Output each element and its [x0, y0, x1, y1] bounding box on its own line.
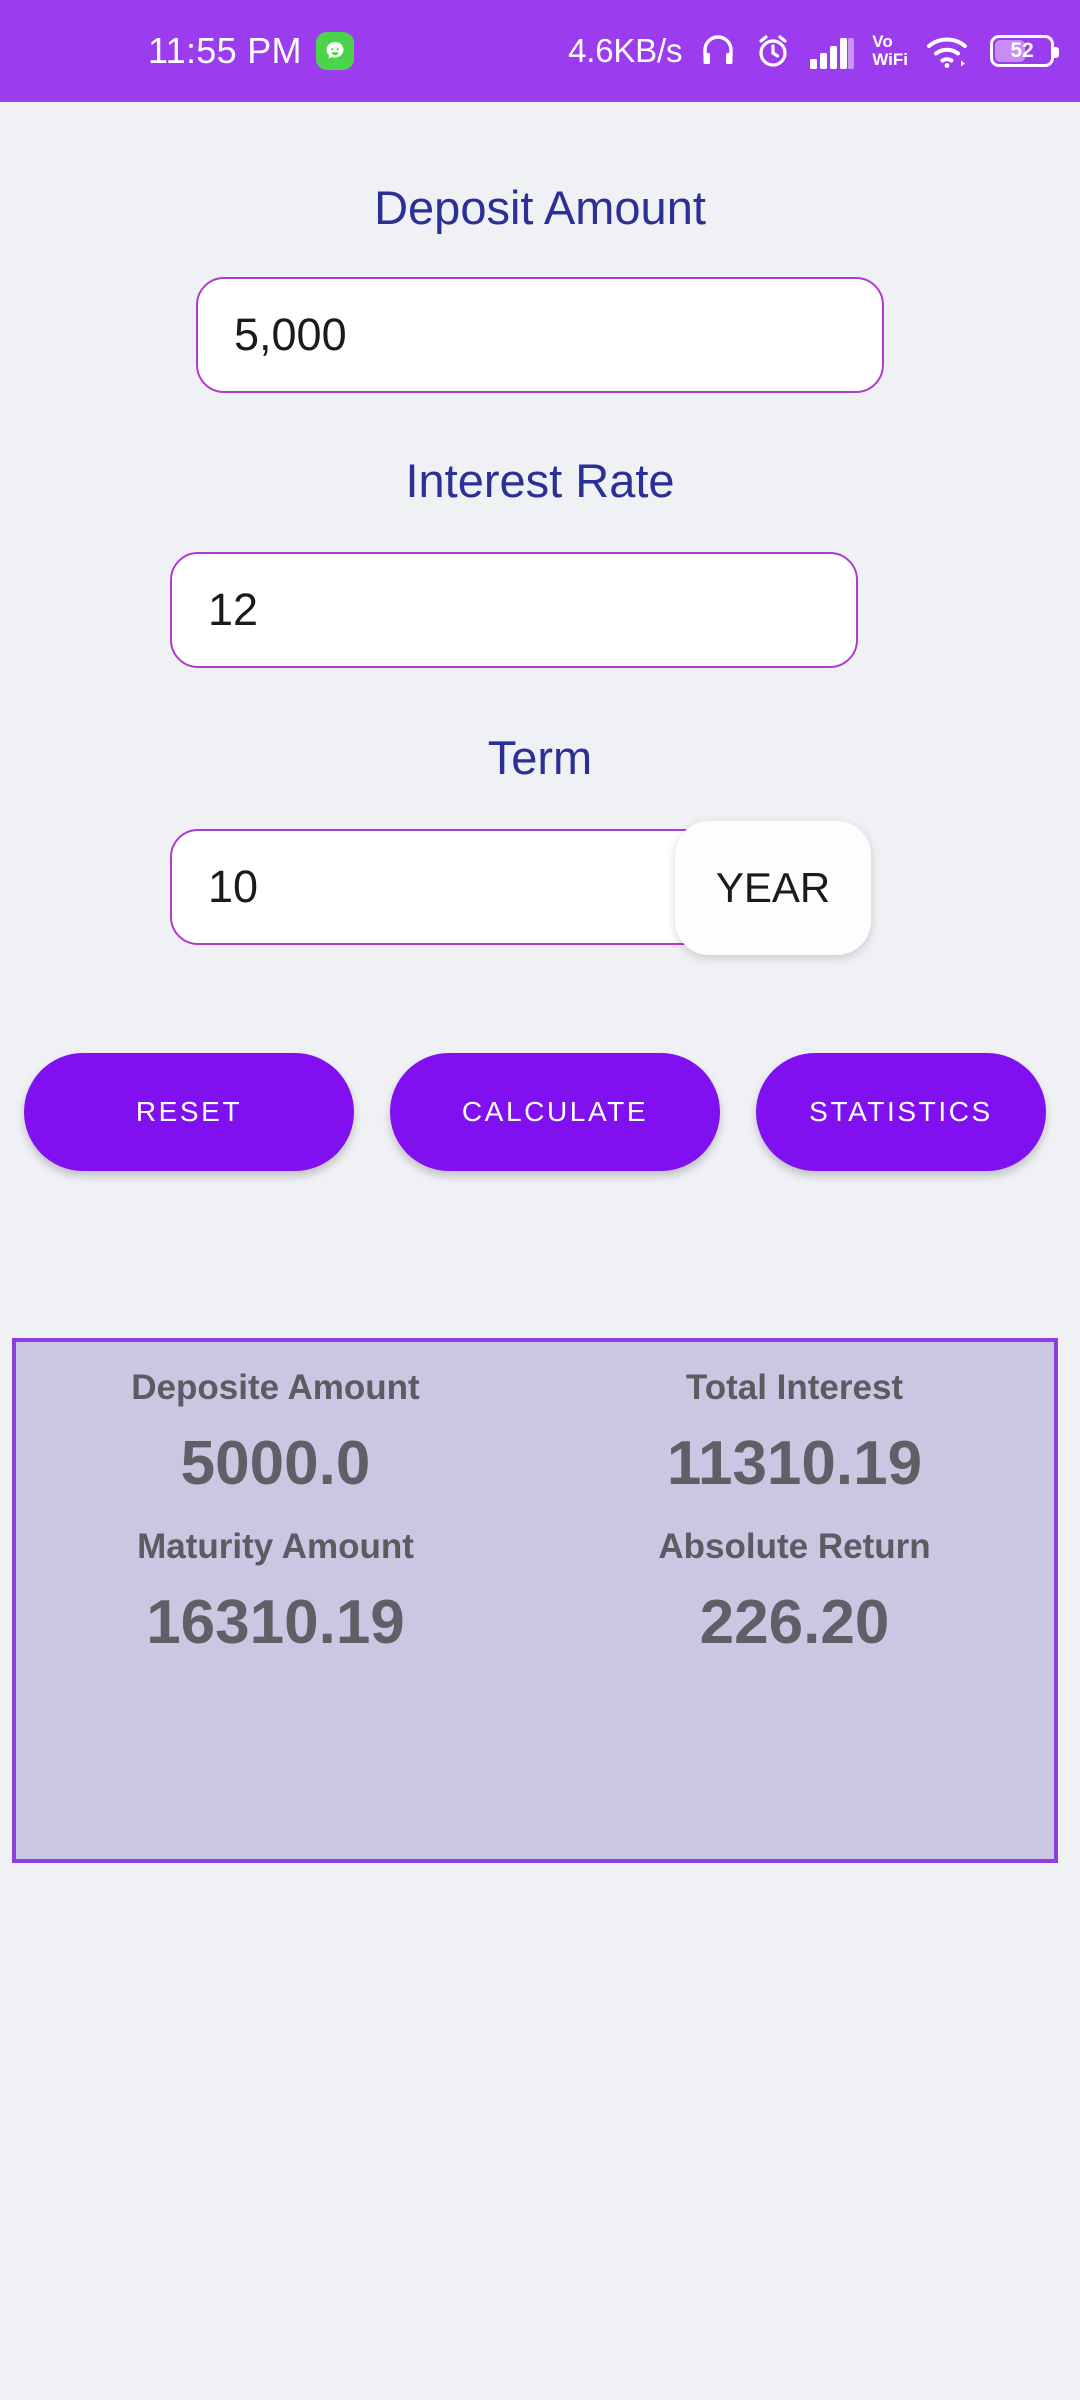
result-title: Total Interest — [685, 1368, 904, 1407]
alarm-clock-icon — [754, 31, 792, 71]
status-bar-left: 11:55 PM — [148, 30, 354, 72]
term-value: 10 — [208, 861, 259, 912]
calculator-form: Deposit Amount 5,000 Interest Rate 12 Te… — [0, 180, 1080, 1171]
status-bar-right: 4.6KB/s Vo WiFi 52 — [568, 31, 1059, 71]
term-label: Term — [487, 731, 593, 784]
result-value: 11310.19 — [666, 1429, 923, 1498]
calculate-button[interactable]: CALCULATE — [390, 1053, 720, 1171]
cellular-signal-icon — [809, 32, 855, 70]
vowifi-indicator: Vo WiFi — [872, 33, 908, 69]
vowifi-wifi-label: WiFi — [872, 50, 908, 69]
wifi-icon — [925, 32, 973, 70]
deposit-amount-value: 5,000 — [234, 309, 347, 360]
result-cell-total-interest: Total Interest 11310.19 — [535, 1368, 1054, 1499]
result-title: Absolute Return — [658, 1527, 931, 1566]
battery-icon: 52 — [990, 35, 1059, 67]
result-title: Deposite Amount — [131, 1368, 420, 1407]
whatsapp-icon — [315, 32, 354, 70]
interest-rate-input[interactable]: 12 — [170, 552, 858, 668]
vowifi-vo-label: Vo — [872, 32, 893, 51]
result-value: 226.20 — [699, 1588, 890, 1657]
results-panel: Deposite Amount 5000.0 Total Interest 11… — [12, 1338, 1058, 1863]
network-speed-indicator: 4.6KB/s — [568, 32, 683, 69]
result-title: Maturity Amount — [137, 1527, 414, 1566]
battery-level-label: 52 — [1010, 39, 1034, 62]
result-value: 16310.19 — [146, 1588, 405, 1657]
reset-button[interactable]: RESET — [24, 1053, 354, 1171]
interest-rate-value: 12 — [208, 584, 259, 635]
result-value: 5000.0 — [180, 1429, 371, 1498]
statistics-button[interactable]: STATISTICS — [756, 1053, 1046, 1171]
headphone-icon — [699, 31, 737, 71]
result-cell-deposite-amount: Deposite Amount 5000.0 — [16, 1368, 535, 1499]
status-bar-clock: 11:55 PM — [148, 30, 302, 71]
interest-rate-label: Interest Rate — [405, 454, 675, 507]
deposit-amount-input[interactable]: 5,000 — [196, 277, 884, 393]
term-unit-toggle[interactable]: YEAR — [675, 821, 871, 955]
result-cell-maturity-amount: Maturity Amount 16310.19 — [16, 1527, 535, 1658]
status-bar: 11:55 PM 4.6KB/s Vo WiFi 52 — [0, 0, 1080, 102]
deposit-amount-label: Deposit Amount — [374, 181, 706, 234]
action-button-row: RESET CALCULATE STATISTICS — [0, 1053, 1080, 1171]
result-cell-absolute-return: Absolute Return 226.20 — [535, 1527, 1054, 1658]
term-input[interactable]: 10 YEAR — [170, 821, 871, 955]
